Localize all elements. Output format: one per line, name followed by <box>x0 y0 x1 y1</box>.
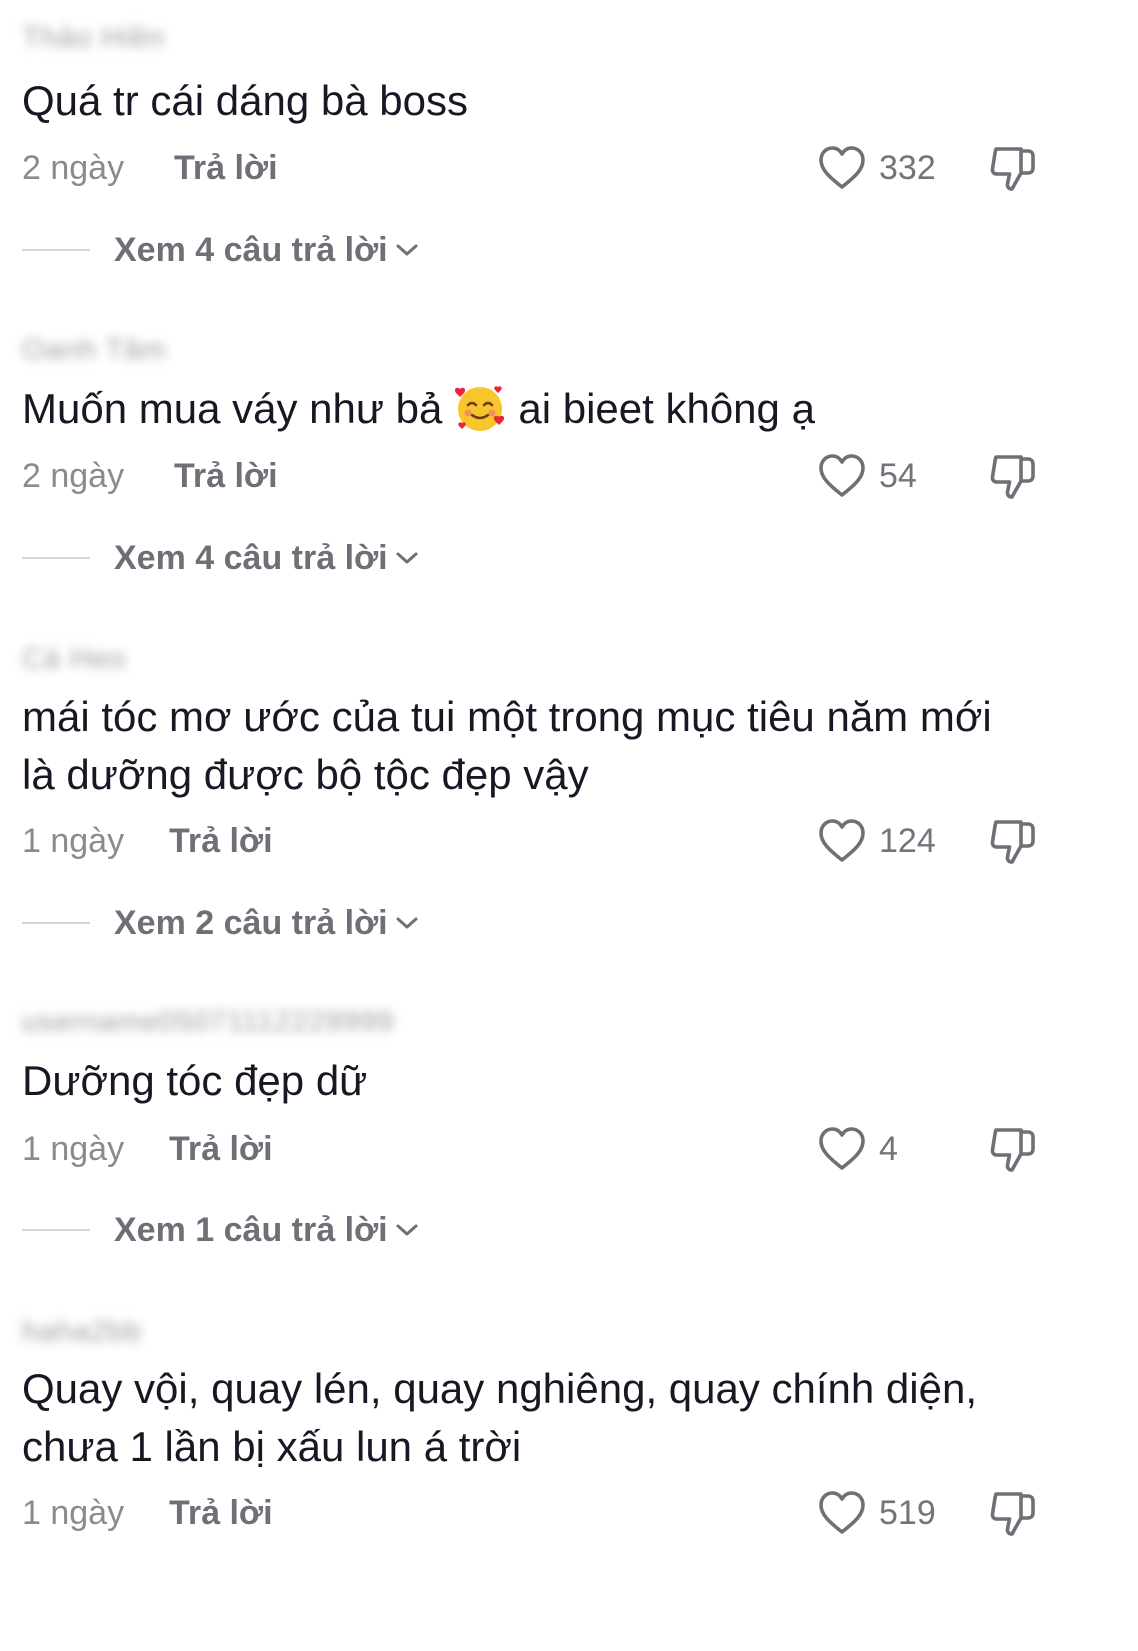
divider-line <box>22 249 90 251</box>
comment-text-part: Muốn mua váy như bả <box>22 385 443 432</box>
thumbs-down-icon[interactable] <box>988 1124 1038 1174</box>
like-count: 519 <box>879 1493 936 1532</box>
like-count: 124 <box>879 821 936 860</box>
comment-text: Quá tr cái dáng bà boss <box>22 77 468 124</box>
smiling-face-with-hearts-emoji <box>455 386 505 431</box>
like-count: 54 <box>879 456 917 495</box>
like-button[interactable]: 519 <box>818 1488 936 1538</box>
like-button[interactable]: 54 <box>818 451 917 501</box>
comment-username[interactable]: haha2bb <box>22 1316 142 1349</box>
chevron-down-icon <box>396 1224 418 1236</box>
comment-time: 2 ngày <box>22 149 125 187</box>
comment-text-part: ai bieet không ạ <box>518 385 815 432</box>
like-button[interactable]: 124 <box>818 816 936 866</box>
reply-button[interactable]: Trả lời <box>169 822 273 861</box>
comment-time: 2 ngày <box>22 457 125 495</box>
thumbs-down-icon[interactable] <box>988 816 1038 866</box>
view-replies-label: Xem 4 câu trả lời <box>114 538 388 577</box>
comment-meta: 2 ngày Trả lời 54 <box>22 451 1138 501</box>
comment-username[interactable]: Cá Heo <box>22 643 126 676</box>
comment-username[interactable]: Oanh Tâm <box>22 334 166 367</box>
comment-meta: 1 ngày Trả lời 124 <box>22 816 1138 866</box>
divider-line <box>22 1229 90 1231</box>
heart-outline-icon <box>819 146 865 189</box>
comment-meta: 1 ngày Trả lời 4 <box>22 1124 1138 1174</box>
view-replies-label: Xem 2 câu trả lời <box>114 903 388 942</box>
thumbs-down-icon[interactable] <box>988 1488 1038 1538</box>
comment-meta: 1 ngày Trả lời 519 <box>22 1488 1138 1538</box>
comment-time: 1 ngày <box>22 1494 125 1532</box>
comment-text: Dưỡng tóc đẹp dữ <box>22 1057 368 1104</box>
heart-outline-icon <box>819 1127 865 1170</box>
divider-line <box>22 922 90 924</box>
comment-text: Muốn mua váy như bả ai bieet không ạ <box>22 380 1082 438</box>
comment-username[interactable]: Thảo Hiền <box>22 22 165 55</box>
chevron-down-icon <box>396 917 418 929</box>
comment-text: Quay vội, quay lén, quay nghiêng, quay c… <box>22 1365 978 1470</box>
like-count: 4 <box>879 1129 898 1168</box>
view-replies-button[interactable]: Xem 2 câu trả lời <box>22 900 420 946</box>
comment-text: mái tóc mơ ước của tui một trong mục tiê… <box>22 693 992 798</box>
comment-username[interactable]: username05071112229999 <box>22 1006 394 1039</box>
like-button[interactable]: 4 <box>818 1124 898 1174</box>
reply-button[interactable]: Trả lời <box>169 1130 273 1169</box>
comment-time: 1 ngày <box>22 1130 125 1168</box>
comment-time: 1 ngày <box>22 822 125 860</box>
divider-line <box>22 557 90 559</box>
view-replies-label: Xem 1 câu trả lời <box>114 1210 388 1249</box>
heart-outline-icon <box>819 1491 865 1534</box>
reply-button[interactable]: Trả lời <box>174 149 278 188</box>
view-replies-label: Xem 4 câu trả lời <box>114 230 388 269</box>
reply-button[interactable]: Trả lời <box>174 457 278 496</box>
like-button[interactable]: 332 <box>818 143 936 193</box>
comment-meta: 2 ngày Trả lời 332 <box>22 143 1138 193</box>
reply-button[interactable]: Trả lời <box>169 1494 273 1533</box>
heart-outline-icon <box>819 454 865 497</box>
view-replies-button[interactable]: Xem 4 câu trả lời <box>22 535 420 581</box>
thumbs-down-icon[interactable] <box>988 451 1038 501</box>
thumbs-down-icon[interactable] <box>988 143 1038 193</box>
chevron-down-icon <box>396 244 418 256</box>
view-replies-button[interactable]: Xem 4 câu trả lời <box>22 227 420 273</box>
heart-outline-icon <box>819 819 865 862</box>
chevron-down-icon <box>396 552 418 564</box>
view-replies-button[interactable]: Xem 1 câu trả lời <box>22 1207 420 1253</box>
like-count: 332 <box>879 148 936 187</box>
